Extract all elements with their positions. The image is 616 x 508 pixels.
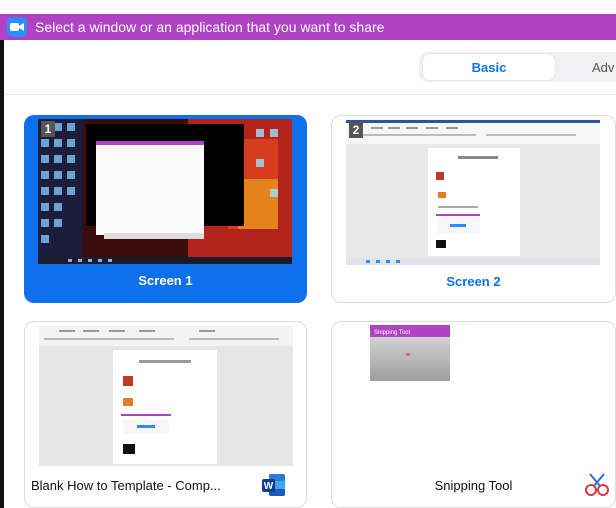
screen-number-badge: 1 — [41, 121, 55, 137]
screen-1-thumbnail: 1 — [38, 119, 292, 264]
share-option-snipping-tool[interactable]: Snipping Tool Snipping Tool — [331, 321, 616, 508]
snipping-tool-label: Snipping Tool — [434, 478, 513, 493]
word-window-thumbnail — [39, 326, 293, 466]
screen-number-badge: 2 — [349, 122, 363, 138]
svg-text:W: W — [264, 481, 274, 492]
word-icon: W — [262, 474, 285, 496]
screen-2-label: Screen 2 — [446, 274, 501, 289]
top-strip — [0, 0, 616, 14]
svg-text:Snipping Tool: Snipping Tool — [374, 330, 410, 336]
word-window-label: Blank How to Template - Comp... — [31, 478, 221, 493]
share-option-screen-1[interactable]: 1 Screen 1 — [24, 115, 307, 303]
screen-2-thumbnail: 2 — [346, 120, 600, 265]
screen-1-label: Screen 1 — [138, 273, 193, 288]
tab-basic[interactable]: Basic — [423, 54, 555, 80]
zoom-app-icon — [7, 17, 27, 37]
share-option-screen-2[interactable]: 2 Screen 2 — [331, 115, 616, 303]
tab-advanced[interactable]: Adv — [592, 54, 614, 80]
share-screen-dialog: Select a window or an application that y… — [0, 0, 616, 508]
snipping-tool-thumbnail: Snipping Tool — [370, 325, 450, 381]
title-bar: Select a window or an application that y… — [0, 14, 616, 40]
share-option-word-window[interactable]: Blank How to Template - Comp... W — [24, 321, 307, 508]
dialog-title: Select a window or an application that y… — [35, 19, 385, 35]
snipping-tool-icon — [585, 473, 609, 496]
divider — [4, 94, 616, 95]
